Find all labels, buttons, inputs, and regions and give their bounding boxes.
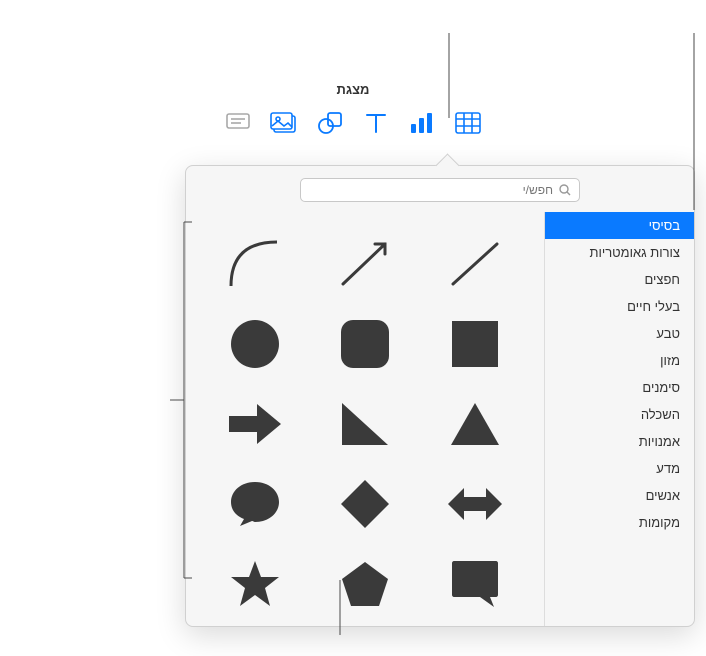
shape-curve[interactable]	[204, 226, 306, 302]
category-food[interactable]: מזון	[545, 347, 694, 374]
category-symbols[interactable]: סימנים	[545, 374, 694, 401]
window-title: מצגת	[0, 82, 706, 97]
shape-double-arrow[interactable]	[424, 466, 526, 542]
category-nature[interactable]: טבע	[545, 320, 694, 347]
category-people[interactable]: אנשים	[545, 482, 694, 509]
category-animals[interactable]: בעלי חיים	[545, 293, 694, 320]
category-list: בסיסי צורות גאומטריות חפצים בעלי חיים טב…	[544, 212, 694, 626]
shape-star[interactable]	[204, 546, 306, 622]
category-geometric[interactable]: צורות גאומטריות	[545, 239, 694, 266]
comment-icon[interactable]	[224, 109, 252, 137]
shape-arrow-line[interactable]	[314, 226, 416, 302]
shape-callout-square[interactable]	[424, 546, 526, 622]
chart-icon[interactable]	[408, 109, 436, 137]
category-places[interactable]: מקומות	[545, 509, 694, 536]
text-icon[interactable]	[362, 109, 390, 137]
shape-square[interactable]	[424, 306, 526, 382]
category-education[interactable]: השכלה	[545, 401, 694, 428]
shape-rounded-square[interactable]	[314, 306, 416, 382]
shape-circle[interactable]	[204, 306, 306, 382]
category-arts[interactable]: אמנויות	[545, 428, 694, 455]
shapes-popover: בסיסי צורות גאומטריות חפצים בעלי חיים טב…	[185, 165, 695, 627]
search-icon	[559, 184, 571, 196]
table-icon[interactable]	[454, 109, 482, 137]
shapes-grid	[186, 212, 544, 626]
shape-triangle[interactable]	[424, 386, 526, 462]
shape-line[interactable]	[424, 226, 526, 302]
category-basic[interactable]: בסיסי	[545, 212, 694, 239]
search-field[interactable]	[309, 183, 553, 197]
category-objects[interactable]: חפצים	[545, 266, 694, 293]
shape-icon[interactable]	[316, 109, 344, 137]
search-input[interactable]	[300, 178, 580, 202]
shape-pentagon[interactable]	[314, 546, 416, 622]
shape-speech-bubble[interactable]	[204, 466, 306, 542]
category-science[interactable]: מדע	[545, 455, 694, 482]
media-icon[interactable]	[270, 109, 298, 137]
toolbar	[224, 109, 482, 137]
shape-arrow-right[interactable]	[204, 386, 306, 462]
shape-diamond[interactable]	[314, 466, 416, 542]
shape-right-triangle[interactable]	[314, 386, 416, 462]
